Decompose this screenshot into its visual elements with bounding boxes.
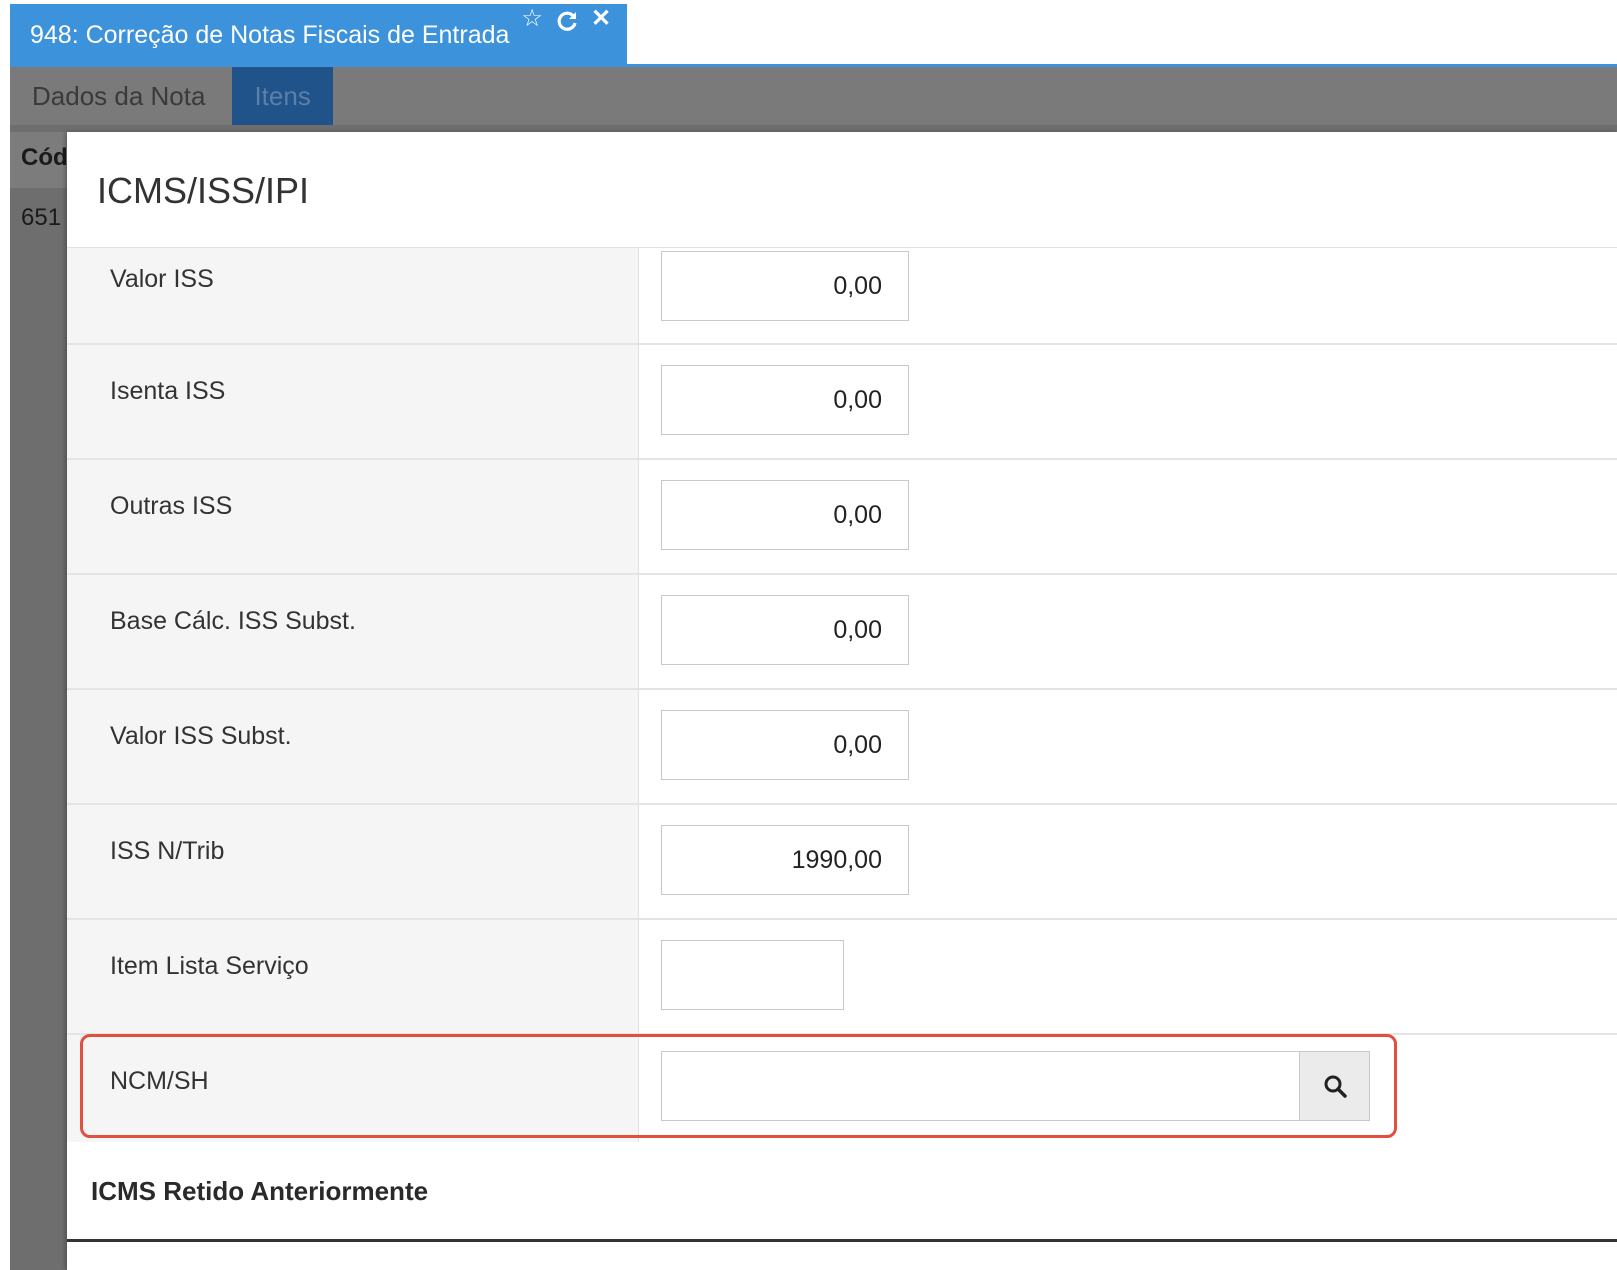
field-container xyxy=(639,690,1617,803)
grid-column-header-codigo: Cód xyxy=(10,132,68,188)
iss-n-trib-input[interactable] xyxy=(661,825,909,895)
icms-iss-ipi-modal: ICMS/ISS/IPI Valor ISS Isenta ISS Outras… xyxy=(67,132,1617,1270)
field-container xyxy=(639,248,1617,343)
base-calc-iss-subst-input[interactable] xyxy=(661,595,909,665)
form-row-ncm-sh: NCM/SH xyxy=(67,1035,1617,1142)
field-container xyxy=(639,920,1617,1033)
field-label: Item Lista Serviço xyxy=(67,920,639,1033)
field-container xyxy=(639,460,1617,573)
field-container xyxy=(639,345,1617,458)
field-label: Outras ISS xyxy=(67,460,639,573)
field-label: ISS N/Trib xyxy=(67,805,639,918)
form-row-isenta-iss: Isenta ISS xyxy=(67,345,1617,460)
search-icon xyxy=(1324,1075,1347,1098)
field-label: Isenta ISS xyxy=(67,345,639,458)
section-title-icms-retido: ICMS Retido Anteriormente xyxy=(67,1142,1617,1242)
field-label: Base Cálc. ISS Subst. xyxy=(67,575,639,688)
ncm-sh-lookup xyxy=(661,1051,1370,1121)
form-row-iss-n-trib: ISS N/Trib xyxy=(67,805,1617,920)
ncm-sh-input[interactable] xyxy=(662,1052,1299,1120)
left-margin xyxy=(0,67,10,1270)
valor-iss-subst-input[interactable] xyxy=(661,710,909,780)
form-row-valor-iss: Valor ISS xyxy=(67,248,1617,345)
item-lista-servico-input[interactable] xyxy=(661,940,844,1010)
title-icons: ☆ ✕ xyxy=(521,7,611,38)
field-container xyxy=(639,575,1617,688)
field-label: NCM/SH xyxy=(67,1035,639,1142)
form-row-outras-iss: Outras ISS xyxy=(67,460,1617,575)
grid-cell-codigo: 651 xyxy=(21,204,62,231)
isenta-iss-input[interactable] xyxy=(661,365,909,435)
refresh-icon[interactable] xyxy=(555,7,579,38)
form-row-base-calc-iss-subst: Base Cálc. ISS Subst. xyxy=(67,575,1617,690)
window-title-bar: 948: Correção de Notas Fiscais de Entrad… xyxy=(10,4,628,66)
close-icon[interactable]: ✕ xyxy=(591,7,611,38)
form-row-item-lista-servico: Item Lista Serviço xyxy=(67,920,1617,1035)
window-title: 948: Correção de Notas Fiscais de Entrad… xyxy=(30,21,510,49)
tab-dados-da-nota[interactable]: Dados da Nota xyxy=(10,67,227,125)
modal-title: ICMS/ISS/IPI xyxy=(67,132,1617,248)
outras-iss-input[interactable] xyxy=(661,480,909,550)
valor-iss-input[interactable] xyxy=(661,251,909,321)
field-label: Valor ISS Subst. xyxy=(67,690,639,803)
form-row-valor-iss-subst: Valor ISS Subst. xyxy=(67,690,1617,805)
field-container xyxy=(639,805,1617,918)
star-icon[interactable]: ☆ xyxy=(521,7,543,38)
tab-itens[interactable]: Itens xyxy=(232,67,333,125)
field-container xyxy=(639,1035,1617,1142)
tab-strip: Dados da Nota Itens xyxy=(10,67,1617,125)
ncm-sh-search-button[interactable] xyxy=(1299,1052,1369,1120)
field-label: Valor ISS xyxy=(67,248,639,343)
